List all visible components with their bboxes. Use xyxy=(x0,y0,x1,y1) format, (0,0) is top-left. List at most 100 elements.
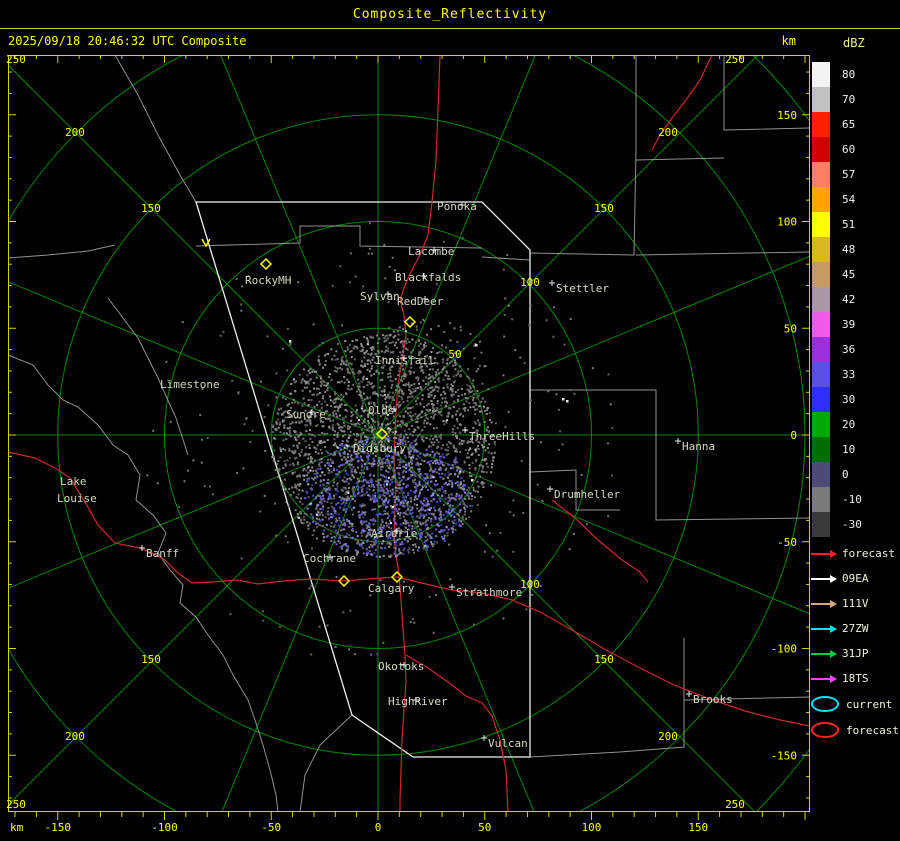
dbz-scale-row: 80 xyxy=(812,62,862,87)
svg-text:50: 50 xyxy=(784,322,797,335)
city-label: Calgary xyxy=(368,582,415,595)
city-label: Didsbury xyxy=(353,442,406,455)
dbz-scale-row: 60 xyxy=(812,137,862,162)
storm-legend: forecast 09EA 111V 27ZW 31JP 18TS current forec… xyxy=(810,541,899,743)
city-label: Okotoks xyxy=(378,660,424,673)
legend-label: 31JP xyxy=(842,647,869,660)
city-label: RedDeer xyxy=(397,295,444,308)
city-label: Hanna xyxy=(682,440,715,453)
city-label: Innisfail xyxy=(375,354,435,367)
dbz-scale-row: 42 xyxy=(812,287,862,312)
svg-text:0: 0 xyxy=(375,821,382,834)
dbz-swatch xyxy=(812,287,830,312)
dbz-swatch xyxy=(812,162,830,187)
radar-site-icon xyxy=(261,259,271,269)
dbz-value: -10 xyxy=(842,493,862,506)
dbz-scale-row: 51 xyxy=(812,212,862,237)
window-title: Composite_Reflectivity xyxy=(0,7,900,22)
svg-text:150: 150 xyxy=(594,653,614,666)
dbz-value: 45 xyxy=(842,268,855,281)
dbz-scale-row: 54 xyxy=(812,187,862,212)
dbz-swatch xyxy=(812,212,830,237)
radar-site-icon xyxy=(405,317,415,327)
radar-map-canvas: -150-100-50050100150km150100500-50-100-1… xyxy=(0,0,900,841)
svg-text:250: 250 xyxy=(6,798,26,811)
dbz-value: 54 xyxy=(842,193,855,206)
dbz-scale-row: 10 xyxy=(812,437,862,462)
city-label: Limestone xyxy=(160,378,220,391)
dbz-swatch xyxy=(812,187,830,212)
svg-text:250: 250 xyxy=(725,53,745,66)
map-layers xyxy=(0,0,900,841)
city-label: Strathmore xyxy=(456,586,522,599)
dbz-panel: dBZ 807065605754514845423936333020100-10… xyxy=(810,0,900,841)
dbz-scale-row: 39 xyxy=(812,312,862,337)
dbz-swatch xyxy=(812,62,830,87)
track-arrow-icon xyxy=(810,573,838,585)
dbz-value: 39 xyxy=(842,318,855,331)
legend-label: forecast xyxy=(846,724,899,737)
dbz-swatch xyxy=(812,512,830,537)
svg-text:-150: -150 xyxy=(771,749,798,762)
dbz-value: 57 xyxy=(842,168,855,181)
dbz-swatch xyxy=(812,462,830,487)
dbz-swatch xyxy=(812,112,830,137)
dbz-swatch xyxy=(812,87,830,112)
dbz-value: 30 xyxy=(842,393,855,406)
legend-label: 27ZW xyxy=(842,622,869,635)
svg-text:200: 200 xyxy=(658,126,678,139)
km-unit-label-top: km xyxy=(746,34,796,48)
svg-text:200: 200 xyxy=(65,730,85,743)
dbz-swatch xyxy=(812,262,830,287)
svg-text:250: 250 xyxy=(725,798,745,811)
legend-label: current xyxy=(846,698,892,711)
dbz-swatch xyxy=(812,312,830,337)
svg-text:km: km xyxy=(10,821,24,834)
dbz-scale-row: -10 xyxy=(812,487,862,512)
city-label: Cochrane xyxy=(303,552,356,565)
dbz-value: 65 xyxy=(842,118,855,131)
legend-row: forecast xyxy=(810,717,899,743)
dbz-swatch xyxy=(812,487,830,512)
legend-label: 18TS xyxy=(842,672,869,685)
svg-text:-100: -100 xyxy=(151,821,178,834)
svg-text:250: 250 xyxy=(6,53,26,66)
city-label: Lake xyxy=(60,475,87,488)
dbz-value: 36 xyxy=(842,343,855,356)
city-label: ThreeHills xyxy=(469,430,535,443)
dbz-scale-row: 45 xyxy=(812,262,862,287)
legend-row: forecast xyxy=(810,541,899,566)
city-label: Stettler xyxy=(556,282,609,295)
storm-ellipse-icon xyxy=(810,693,842,715)
svg-text:150: 150 xyxy=(594,202,614,215)
city-label: Brooks xyxy=(693,693,733,706)
city-label: Vulcan xyxy=(488,737,528,750)
dbz-value: 42 xyxy=(842,293,855,306)
svg-text:-150: -150 xyxy=(45,821,72,834)
dbz-value: 80 xyxy=(842,68,855,81)
svg-text:150: 150 xyxy=(777,109,797,122)
city-label: Lacombe xyxy=(408,245,454,258)
dbz-scale-row: 57 xyxy=(812,162,862,187)
city-label: Olds xyxy=(368,404,395,417)
dbz-scale-row: 20 xyxy=(812,412,862,437)
city-label: Sundre xyxy=(286,408,326,421)
dbz-value: 33 xyxy=(842,368,855,381)
dbz-value: 0 xyxy=(842,468,849,481)
dbz-scale-row: 65 xyxy=(812,112,862,137)
svg-text:200: 200 xyxy=(658,730,678,743)
radar-viewer-window: -150-100-50050100150km150100500-50-100-1… xyxy=(0,0,900,841)
legend-row: 27ZW xyxy=(810,616,899,641)
legend-label: 09EA xyxy=(842,572,869,585)
dbz-value: 48 xyxy=(842,243,855,256)
dbz-scale-row: 70 xyxy=(812,87,862,112)
svg-text:50: 50 xyxy=(478,821,491,834)
legend-row: 31JP xyxy=(810,641,899,666)
dbz-scale-row: 36 xyxy=(812,337,862,362)
legend-row: 09EA xyxy=(810,566,899,591)
dbz-value: 51 xyxy=(842,218,855,231)
legend-label: 111V xyxy=(842,597,869,610)
svg-text:100: 100 xyxy=(520,276,540,289)
dbz-value: 10 xyxy=(842,443,855,456)
city-label: Sylvan xyxy=(360,290,400,303)
